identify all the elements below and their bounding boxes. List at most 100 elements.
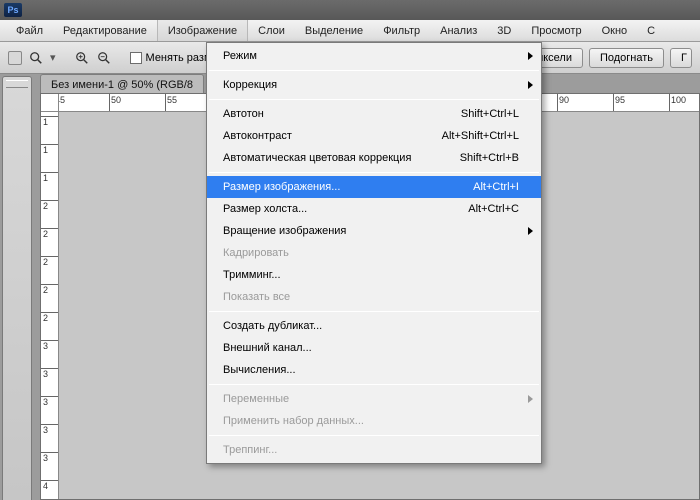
menu-item-label: Коррекция — [223, 79, 519, 91]
menu-слои[interactable]: Слои — [248, 20, 295, 41]
menu-item-shortcut: Shift+Ctrl+B — [460, 152, 519, 164]
menu-item-label: Применить набор данных... — [223, 415, 519, 427]
menu-item-label: Треппинг... — [223, 444, 519, 456]
menu-item-label: Вращение изображения — [223, 225, 519, 237]
menu-item-shortcut: Alt+Ctrl+I — [473, 181, 519, 193]
menu-item-label: Размер изображения... — [223, 181, 461, 193]
zoom-tool-icon — [28, 50, 44, 66]
menu-item[interactable]: Создать дубликат... — [207, 315, 541, 337]
options-handle[interactable] — [8, 51, 22, 65]
ruler-v-label: 1 — [43, 117, 48, 127]
menu-item-label: Тримминг... — [223, 269, 519, 281]
tool-dodge[interactable] — [5, 402, 29, 424]
menu-item: Показать все — [207, 286, 541, 308]
menu-item-label: Внешний канал... — [223, 342, 519, 354]
menu-separator — [209, 172, 539, 173]
menu-файл[interactable]: Файл — [6, 20, 53, 41]
menu-item[interactable]: Размер изображения... Alt+Ctrl+I — [207, 176, 541, 198]
menu-item-label: Автоматическая цветовая коррекция — [223, 152, 448, 164]
fit-screen-button[interactable]: Подогнать — [589, 48, 664, 68]
ruler-h-label: 100 — [671, 95, 686, 105]
ruler-v-label: 3 — [43, 425, 48, 435]
menu-item[interactable]: Тримминг... — [207, 264, 541, 286]
menu-separator — [209, 70, 539, 71]
tool-stamp[interactable] — [5, 282, 29, 304]
menu-фильтр[interactable]: Фильтр — [373, 20, 430, 41]
menu-item-label: Создать дубликат... — [223, 320, 519, 332]
resize-windows-checkbox[interactable]: Менять разме — [130, 52, 218, 64]
menu-item[interactable]: Вращение изображения — [207, 220, 541, 242]
ruler-v-label: 3 — [43, 397, 48, 407]
menu-separator — [209, 99, 539, 100]
ruler-v-label: 4 — [43, 481, 48, 491]
tool-gradient[interactable] — [5, 354, 29, 376]
menu-item-label: Вычисления... — [223, 364, 519, 376]
menu-item-label: Автотон — [223, 108, 449, 120]
menu-item: Применить набор данных... — [207, 410, 541, 432]
tool-move[interactable] — [5, 90, 29, 112]
menu-item-label: Показать все — [223, 291, 519, 303]
tool-healing[interactable] — [5, 234, 29, 256]
menu-separator — [209, 384, 539, 385]
menu-item[interactable]: АвтотонShift+Ctrl+L — [207, 103, 541, 125]
tool-brush[interactable] — [5, 258, 29, 280]
tool-crop[interactable] — [5, 186, 29, 208]
menu-item-label: Кадрировать — [223, 247, 519, 259]
menu-редактирование[interactable]: Редактирование — [53, 20, 157, 41]
document-tab[interactable]: Без имени-1 @ 50% (RGB/8 — [40, 74, 204, 94]
ruler-v-label: 2 — [43, 313, 48, 323]
menu-separator — [209, 311, 539, 312]
menu-item[interactable]: Автоматическая цветовая коррекция Shift+C… — [207, 147, 541, 169]
menu-просмотр[interactable]: Просмотр — [521, 20, 591, 41]
truncated-button[interactable]: Г — [670, 48, 692, 68]
ruler-vertical[interactable]: 111222223333344 — [41, 112, 59, 499]
toolbox-grip[interactable] — [6, 80, 28, 88]
tool-eraser[interactable] — [5, 330, 29, 352]
tool-type[interactable] — [5, 450, 29, 472]
ruler-v-label: 2 — [43, 257, 48, 267]
menu-item[interactable]: Размер холста... Alt+Ctrl+C — [207, 198, 541, 220]
menu-item-shortcut: Alt+Ctrl+C — [468, 203, 519, 215]
zoom-out-icon[interactable] — [96, 50, 112, 66]
title-bar: Ps — [0, 0, 700, 20]
menu-3d[interactable]: 3D — [487, 20, 521, 41]
zoom-in-icon[interactable] — [74, 50, 90, 66]
menu-item: Треппинг... — [207, 439, 541, 461]
ruler-h-label: 55 — [167, 95, 177, 105]
ruler-v-label: 3 — [43, 341, 48, 351]
menu-изображение[interactable]: Изображение — [157, 20, 248, 41]
tool-marquee[interactable] — [5, 114, 29, 136]
ruler-v-label: 1 — [43, 145, 48, 155]
tool-path-select[interactable] — [5, 474, 29, 496]
menu-item-label: Автоконтраст — [223, 130, 430, 142]
menu-окно[interactable]: Окно — [592, 20, 638, 41]
ruler-corner — [41, 94, 59, 112]
menu-separator — [209, 435, 539, 436]
menu-item[interactable]: Вычисления... — [207, 359, 541, 381]
tool-lasso[interactable] — [5, 138, 29, 160]
menu-item: Кадрировать — [207, 242, 541, 264]
tool-eyedropper[interactable] — [5, 210, 29, 232]
app-badge: Ps — [4, 3, 22, 17]
menu-с[interactable]: С — [637, 20, 665, 41]
tool-history-brush[interactable] — [5, 306, 29, 328]
ruler-v-label: 2 — [43, 285, 48, 295]
menu-item-shortcut: Alt+Shift+Ctrl+L — [442, 130, 519, 142]
toolbox — [2, 76, 32, 500]
menu-item-label: Размер холста... — [223, 203, 456, 215]
menu-image-dropdown: РежимКоррекцияАвтотонShift+Ctrl+LАвтокон… — [206, 42, 542, 464]
menu-item[interactable]: Коррекция — [207, 74, 541, 96]
menu-item[interactable]: Внешний канал... — [207, 337, 541, 359]
menu-item[interactable]: Автоконтраст Alt+Shift+Ctrl+L — [207, 125, 541, 147]
ruler-h-label: 95 — [615, 95, 625, 105]
tool-wand[interactable] — [5, 162, 29, 184]
ruler-h-label: 50 — [111, 95, 121, 105]
menu-выделение[interactable]: Выделение — [295, 20, 373, 41]
truncated-button-label: Г — [681, 52, 687, 64]
menu-item[interactable]: Режим — [207, 45, 541, 67]
ruler-v-label: 1 — [43, 173, 48, 183]
tool-blur[interactable] — [5, 378, 29, 400]
tool-pen[interactable] — [5, 426, 29, 448]
menu-анализ[interactable]: Анализ — [430, 20, 487, 41]
checkbox-icon — [130, 52, 142, 64]
